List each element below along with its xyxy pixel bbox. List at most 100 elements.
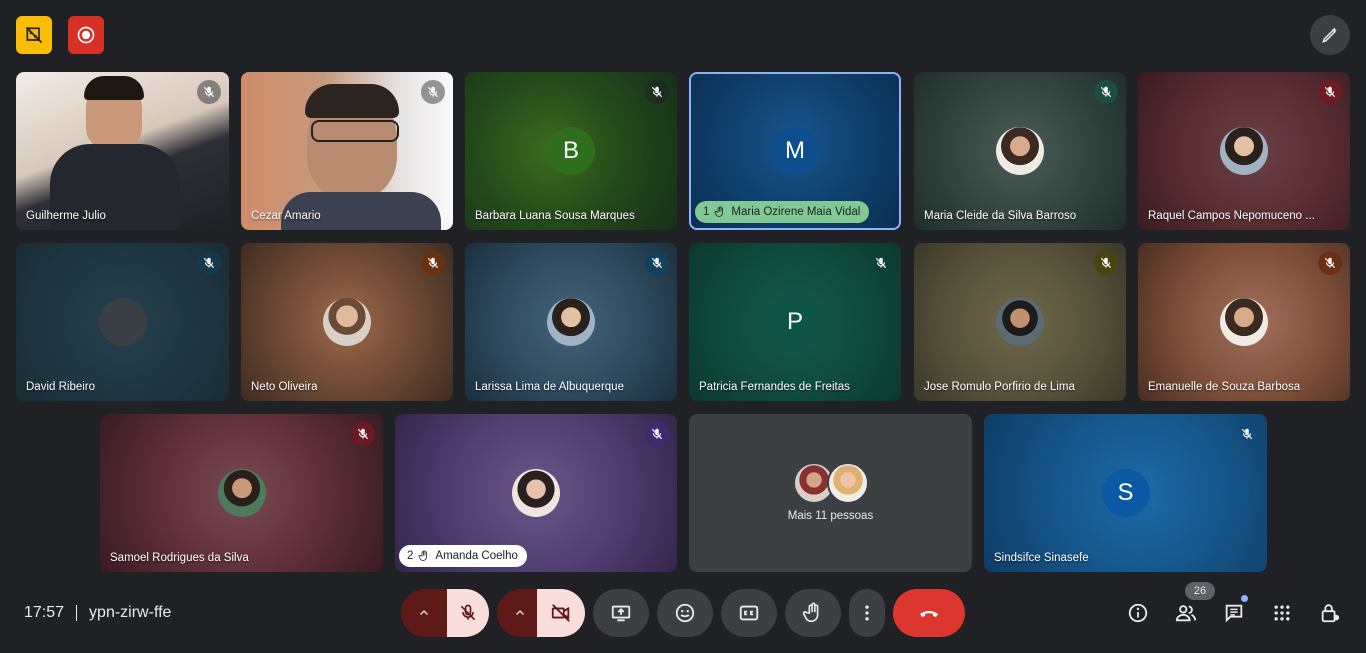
mic-muted-indicator <box>197 80 221 104</box>
avatar: P <box>771 298 819 346</box>
participant-tile[interactable]: Guilherme Julio <box>16 72 229 230</box>
mic-off-icon <box>1324 257 1336 269</box>
participant-tile[interactable]: Emanuelle de Souza Barbosa <box>1138 243 1350 401</box>
participant-tile-active-speaker[interactable]: M 1 Maria Ozirene Maia Vidal <box>689 72 901 230</box>
participant-tile[interactable]: Neto Oliveira <box>241 243 453 401</box>
more-participants-tile[interactable]: Mais 11 pessoas <box>689 414 972 572</box>
camera-toggle-button[interactable] <box>537 589 585 637</box>
participant-name: Barbara Luana Sousa Marques <box>475 210 635 222</box>
participant-name: Jose Romulo Porfirio de Lima <box>924 381 1075 393</box>
participant-tile[interactable]: P Patricia Fernandes de Freitas <box>689 243 901 401</box>
captions-icon <box>739 605 759 621</box>
hand-order: 1 <box>703 206 710 218</box>
mic-off-icon <box>427 86 439 98</box>
mic-muted-indicator <box>421 80 445 104</box>
mic-off-icon <box>1324 86 1336 98</box>
clock-time: 17:57 <box>24 604 65 621</box>
participant-photo <box>217 469 266 517</box>
mic-off-icon <box>203 86 215 98</box>
participant-tile[interactable]: S Sindsifce Sinasefe <box>984 414 1267 572</box>
participant-name: David Ribeiro <box>26 381 96 393</box>
avatar: B <box>547 127 595 175</box>
participant-tile[interactable]: Maria Cleide da Silva Barroso <box>914 72 1126 230</box>
participant-tile[interactable]: David Ribeiro <box>16 243 229 401</box>
info-icon <box>1128 603 1148 623</box>
chevron-up-icon <box>516 610 524 615</box>
people-button[interactable] <box>1174 601 1198 625</box>
participant-tile[interactable]: Samoel Rodrigues da Silva <box>100 414 383 572</box>
participant-tile[interactable]: Cezar Amario <box>241 72 453 230</box>
mic-off-icon <box>1100 86 1112 98</box>
activities-button[interactable] <box>1270 601 1294 625</box>
more-vertical-icon <box>865 605 869 621</box>
unread-dot <box>1241 595 1248 602</box>
participant-name: Larissa Lima de Albuquerque <box>475 381 624 393</box>
apps-grid-icon <box>1274 605 1290 621</box>
chat-icon <box>1225 604 1243 623</box>
visual-effects-off-icon <box>25 26 43 44</box>
meeting-details: 17:57 ypn-zirw-ffe <box>24 604 171 622</box>
participant-name: Samoel Rodrigues da Silva <box>110 552 249 564</box>
mic-off-icon <box>357 428 369 440</box>
emoji-icon <box>675 603 695 623</box>
leave-call-button[interactable] <box>893 589 965 637</box>
edit-effects-button[interactable] <box>1310 15 1350 55</box>
participant-name: Patricia Fernandes de Freitas <box>699 381 850 393</box>
hand-order: 2 <box>407 550 414 562</box>
mic-off-icon <box>460 604 476 621</box>
participant-photo <box>1220 298 1268 346</box>
mic-muted-indicator <box>645 80 669 104</box>
participant-name: Raquel Campos Nepomuceno ... <box>1148 210 1315 222</box>
mic-muted-indicator <box>1094 80 1118 104</box>
camera-off-icon <box>551 604 570 622</box>
hand-icon <box>418 550 428 561</box>
participant-photo <box>996 127 1044 175</box>
lock-person-icon <box>1321 604 1340 623</box>
participant-photo <box>547 298 595 346</box>
meeting-info-button[interactable] <box>1126 601 1150 625</box>
more-options-button[interactable] <box>849 589 885 637</box>
participant-photo <box>996 298 1044 346</box>
participant-tile[interactable]: 2 Amanda Coelho <box>395 414 677 572</box>
participant-name: Maria Ozirene Maia Vidal <box>731 206 861 218</box>
hand-icon <box>802 602 819 623</box>
participant-tile[interactable]: B Barbara Luana Sousa Marques <box>465 72 677 230</box>
mic-off-icon <box>203 257 215 269</box>
captions-button[interactable] <box>721 589 777 637</box>
raised-hand-badge: 1 Maria Ozirene Maia Vidal <box>695 201 870 223</box>
mic-muted-indicator <box>869 251 893 275</box>
raise-hand-button[interactable] <box>785 589 841 637</box>
people-icon <box>1175 605 1197 622</box>
present-screen-icon <box>611 605 631 622</box>
mic-options-button[interactable] <box>401 589 447 637</box>
mic-off-icon <box>651 257 663 269</box>
mic-toggle-button[interactable] <box>447 589 489 637</box>
mic-muted-indicator <box>421 251 445 275</box>
participant-tile[interactable]: Raquel Campos Nepomuceno ... <box>1138 72 1350 230</box>
chevron-up-icon <box>420 610 428 615</box>
hand-icon <box>714 206 724 217</box>
more-participants-avatars <box>792 462 869 504</box>
divider <box>76 605 78 621</box>
participant-photo <box>826 462 869 504</box>
participant-name: Neto Oliveira <box>251 381 318 393</box>
present-screen-button[interactable] <box>593 589 649 637</box>
mic-muted-indicator <box>645 422 669 446</box>
participant-tile[interactable]: Larissa Lima de Albuquerque <box>465 243 677 401</box>
mic-muted-indicator <box>1235 422 1259 446</box>
mic-off-icon <box>651 86 663 98</box>
visual-effects-off-button[interactable] <box>16 16 52 54</box>
participant-tile[interactable]: Jose Romulo Porfirio de Lima <box>914 243 1126 401</box>
mic-muted-indicator <box>197 251 221 275</box>
avatar: M <box>771 127 819 175</box>
chat-button[interactable] <box>1222 595 1248 625</box>
participant-name: Amanda Coelho <box>435 550 518 562</box>
recording-icon <box>77 26 95 44</box>
emoji-reactions-button[interactable] <box>657 589 713 637</box>
participant-name: Maria Cleide da Silva Barroso <box>924 210 1077 222</box>
mic-muted-indicator <box>1318 251 1342 275</box>
avatar: S <box>1101 469 1150 517</box>
host-controls-button[interactable] <box>1318 601 1342 625</box>
recording-button[interactable] <box>68 16 104 54</box>
mic-off-icon <box>427 257 439 269</box>
